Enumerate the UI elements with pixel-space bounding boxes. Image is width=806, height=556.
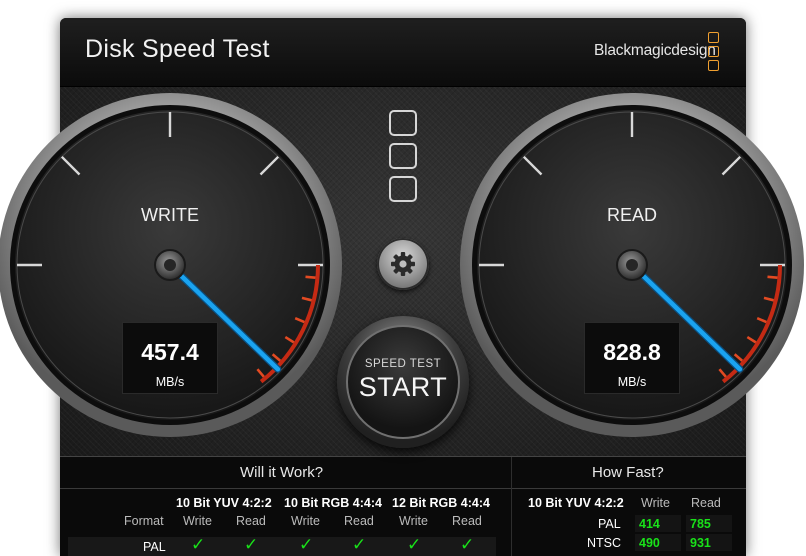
check-icon: ✓ [460, 535, 475, 554]
write-speed-unit: MB/s [155, 375, 185, 389]
group-header-yuv: 10 Bit YUV 4:2:2 [176, 496, 272, 510]
check-icon: ✓ [299, 535, 314, 554]
rgb12-read-header: Read [452, 514, 482, 528]
yuv-read-header: Read [236, 514, 266, 528]
will-it-work-heading: Will it Work? [240, 464, 324, 481]
check-icon: ✓ [352, 535, 367, 554]
read-redzone-tick [763, 296, 774, 302]
blackmagic-logo-icon [708, 32, 719, 74]
write-readout: 457.4 MB/s [122, 322, 218, 394]
read-redzone-tick [746, 335, 757, 344]
check-icon: ✓ [191, 535, 206, 554]
panel-divider [511, 457, 512, 556]
how-fast-divider [512, 488, 746, 489]
how-fast-group-header: 10 Bit YUV 4:2:2 [528, 496, 624, 510]
gear-icon [391, 252, 415, 276]
blackmagic-logo-large-icon [389, 110, 417, 209]
how-fast-write-header: Write [641, 496, 670, 510]
settings-button[interactable] [377, 238, 429, 290]
read-redzone-tick [756, 316, 767, 324]
group-header-rgb12: 12 Bit RGB 4:4:4 [392, 496, 490, 510]
format-pal-label: PAL [143, 540, 166, 554]
start-button-label: START [358, 371, 448, 402]
group-header-rgb10: 10 Bit RGB 4:4:4 [284, 496, 382, 510]
read-readout: 828.8 MB/s [584, 322, 680, 394]
start-button[interactable]: SPEED TEST START [337, 316, 469, 448]
pal-read-value: 785 [686, 515, 732, 532]
ntsc-read-value: 931 [686, 534, 732, 551]
rgb10-read-header: Read [344, 514, 374, 528]
table-row [68, 537, 496, 556]
brand-name: Blackmagicdesign [594, 42, 716, 59]
read-gauge-label: READ [606, 205, 657, 225]
yuv-write-header: Write [183, 514, 212, 528]
write-speed-value: 457.4 [141, 339, 199, 365]
format-column-header: Format [124, 514, 164, 528]
rgb10-write-header: Write [291, 514, 320, 528]
app-title: Disk Speed Test [85, 35, 270, 63]
write-gauge-label: WRITE [141, 205, 199, 225]
read-redzone-tick [767, 275, 778, 280]
start-button-caption: SPEED TEST [364, 357, 442, 370]
will-it-work-divider [60, 488, 511, 489]
how-fast-read-header: Read [691, 496, 721, 510]
check-icon: ✓ [407, 535, 422, 554]
ntsc-write-value: 490 [635, 534, 681, 551]
how-fast-format-ntsc: NTSC [587, 536, 622, 550]
title-bar: Disk Speed Test Blackmagicdesign [60, 18, 746, 87]
read-speed-unit: MB/s [617, 375, 647, 389]
read-speed-value: 828.8 [603, 339, 661, 365]
how-fast-heading: How Fast? [592, 464, 664, 481]
pal-write-value: 414 [635, 515, 681, 532]
check-icon: ✓ [244, 535, 259, 554]
how-fast-format-pal: PAL [598, 517, 621, 531]
rgb12-write-header: Write [399, 514, 428, 528]
